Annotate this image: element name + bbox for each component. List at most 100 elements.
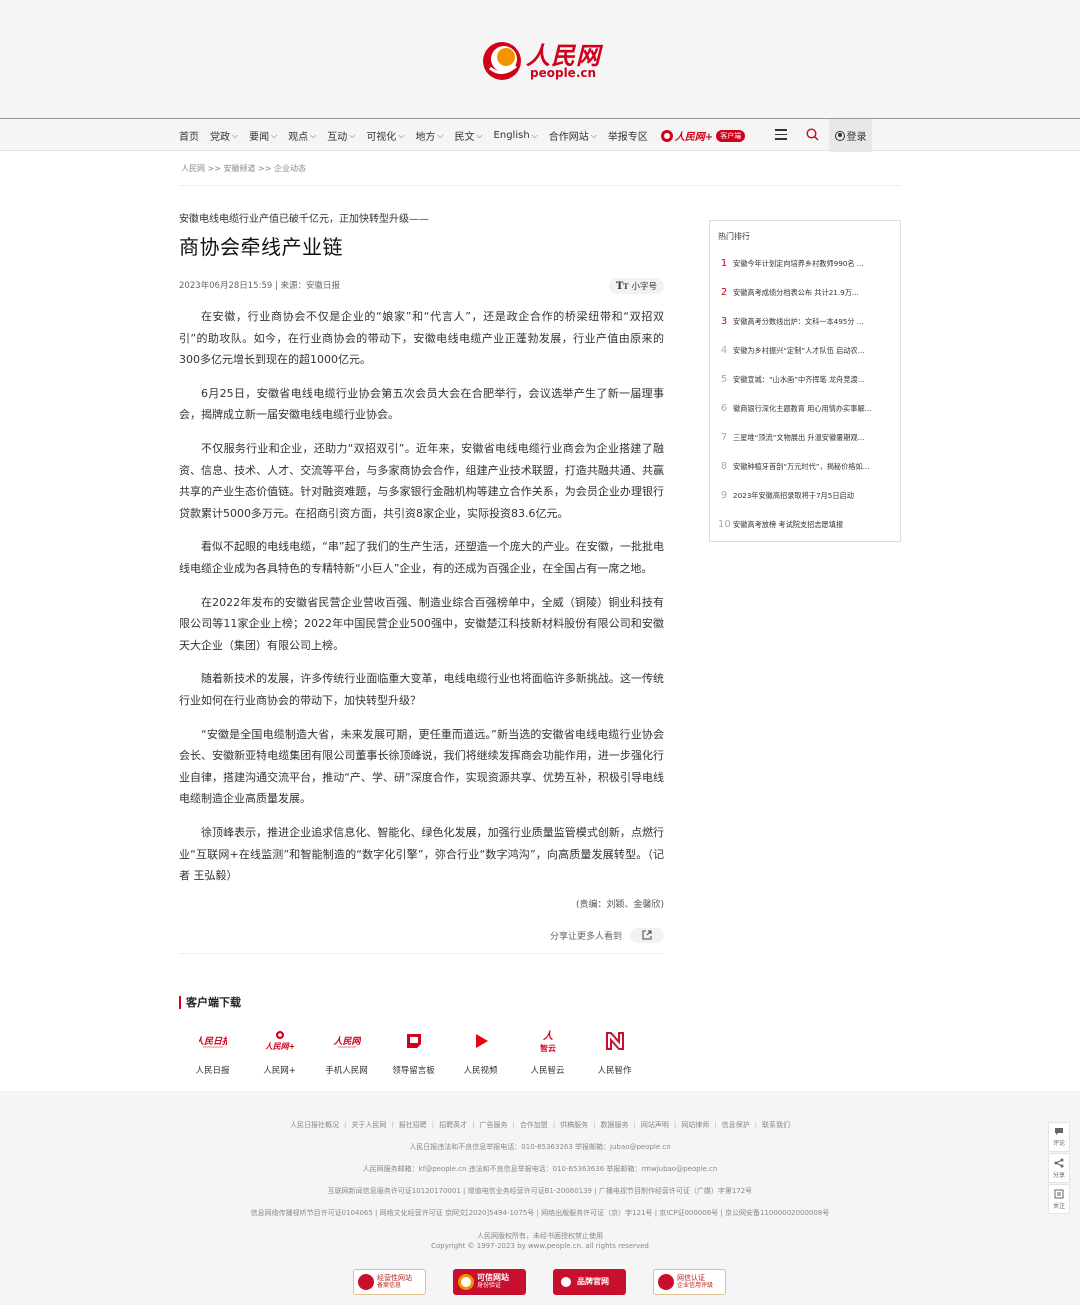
chevron-down-icon: ⌵: [476, 130, 483, 140]
footer-link[interactable]: 信息保护: [722, 1121, 750, 1129]
app-tile[interactable]: 人民网+ 人民网+: [246, 1027, 313, 1076]
footer-link[interactable]: 供稿服务: [560, 1121, 588, 1129]
hot-ranking-item[interactable]: 10 安徽高考放榜 考试院支招志愿填报: [710, 510, 900, 539]
rank-number: 3: [720, 316, 728, 327]
link-separator: |: [593, 1121, 596, 1129]
footer-link[interactable]: 数据服务: [601, 1121, 629, 1129]
nav-item[interactable]: 要闻 ⌵: [249, 128, 277, 144]
search-icon[interactable]: [806, 128, 819, 141]
svg-text:人民日报: 人民日报: [199, 1036, 227, 1047]
app-download-link[interactable]: 人民网+ 客户端: [660, 128, 746, 143]
chevron-down-icon: ⌵: [590, 130, 597, 140]
badge-line2: 身份验证: [477, 1282, 502, 1289]
footer-link[interactable]: 广告服务: [479, 1121, 507, 1129]
breadcrumb[interactable]: 人民网 >> 安徽频道 >> 企业动态: [181, 163, 306, 174]
article-subtitle: 安徽电线电缆行业产值已破千亿元，正加快转型升级——: [179, 214, 429, 225]
hot-ranking-item[interactable]: 7 三星堆“顶流”文物展出 升温安徽暑期观...: [710, 423, 900, 452]
footer-link[interactable]: 关于人民网: [351, 1121, 386, 1129]
hot-ranking-item[interactable]: 6 徽商银行深化主题教育 用心用情办实事解...: [710, 394, 900, 423]
link-separator: |: [714, 1121, 717, 1129]
share-float-button[interactable]: 分享: [1048, 1153, 1070, 1183]
article-paragraph: 看似不起眼的电线电缆，“串”起了我们的生产生活，还塑造一个庞大的产业。在安徽，一…: [179, 540, 664, 575]
font-size-toggle[interactable]: TT 小字号: [608, 278, 664, 294]
footer-link[interactable]: 联系我们: [762, 1121, 790, 1129]
trust-badge[interactable]: 品牌官网: [553, 1269, 626, 1295]
article-title: 商协会牵线产业链: [179, 235, 343, 259]
share-text: 分享让更多人看到: [549, 931, 622, 942]
app-tile-label: 领导留言板: [392, 1066, 435, 1076]
app-downloads-title: 客户端下载: [179, 996, 664, 1009]
article-meta: 2023年06月28日15:59 | 来源：安徽日报: [179, 281, 341, 291]
footer-link[interactable]: 网站声明: [641, 1121, 669, 1129]
link-separator: |: [673, 1121, 677, 1129]
hot-ranking-item[interactable]: 1 安徽今年计划定向培养乡村教师990名 ...: [710, 249, 900, 278]
nav-item[interactable]: 合作网站 ⌵: [549, 128, 597, 144]
badge-line2: 备案信息: [377, 1282, 402, 1289]
app-tile[interactable]: 人民视频: [447, 1027, 514, 1076]
share-button[interactable]: [630, 927, 664, 943]
trust-badge[interactable]: 网信认证 企业信用评级: [653, 1269, 726, 1295]
text-size-icon: TT: [615, 280, 629, 292]
trust-badge[interactable]: 可信网站 身份验证: [453, 1269, 526, 1295]
comment-label: 评论: [1052, 1140, 1065, 1147]
site-logo[interactable]: 人民网 people.cn: [480, 38, 604, 84]
chevron-down-icon: ⌵: [349, 130, 356, 140]
zhiyun-icon: 人智云: [534, 1027, 562, 1055]
nav-item[interactable]: 观点 ⌵: [288, 128, 317, 144]
footer-report-line: 人民日报违法和不良信息举报电话：010-65363263 举报邮箱：jubao@…: [409, 1143, 671, 1151]
link-separator: |: [431, 1121, 435, 1129]
rank-number: 7: [720, 432, 728, 443]
nav-item[interactable]: 首页: [179, 128, 199, 143]
app-tile[interactable]: 人智云 人民智云: [514, 1027, 581, 1076]
hot-ranking-item[interactable]: 3 安徽高考分数线出炉：文科一本495分 ...: [710, 307, 900, 336]
footer-link[interactable]: 报社招聘: [399, 1121, 427, 1129]
badge-line2: 企业信用评级: [677, 1282, 714, 1289]
login-button[interactable]: 登录: [829, 119, 872, 152]
nav-item[interactable]: 地方 ⌵: [415, 128, 443, 144]
comment-button[interactable]: 评论: [1048, 1122, 1070, 1152]
share-label: 分享: [1052, 1171, 1065, 1179]
footer-link[interactable]: 合作加盟: [520, 1121, 548, 1129]
footer-link[interactable]: 招聘英才: [439, 1121, 467, 1129]
nav-item[interactable]: 党政 ⌵: [210, 128, 238, 144]
article-paragraph: 在2022年发布的安徽省民营企业营收百强、制造业综合百强榜单中，全威（铜陵）铜业…: [179, 595, 664, 652]
hot-ranking-item[interactable]: 2 安徽高考成绩分档表公布 共计21.9万...: [710, 278, 900, 307]
article-paragraph: 6月25日，安徽省电线电缆行业协会第五次会员大会在合肥举行，会议选举产生了新一届…: [179, 386, 664, 422]
nav-item[interactable]: 举报专区: [608, 128, 648, 143]
badge-seal-icon: [458, 1274, 474, 1290]
follow-label: 关注: [1052, 1202, 1065, 1210]
nav-item[interactable]: English ⌵: [494, 130, 538, 141]
share-icon: [1054, 1158, 1064, 1167]
rank-headline: 2023年安徽高招录取将于7月5日启动: [733, 490, 854, 500]
app-tile[interactable]: 人民日报人民日报: [179, 1027, 246, 1076]
app-tile[interactable]: 领导留言板: [380, 1027, 447, 1076]
hot-ranking-item[interactable]: 5 安徽宣城：“山水画”中齐挥笔 龙舟竞渡...: [710, 365, 900, 394]
menu-icon[interactable]: [775, 129, 787, 140]
hot-ranking-item[interactable]: 9 2023年安徽高招录取将于7月5日启动: [710, 481, 900, 510]
nav-item[interactable]: 民文 ⌵: [454, 128, 483, 144]
zhizuo-icon: [601, 1027, 629, 1055]
footer-link[interactable]: 网站律师: [681, 1121, 709, 1129]
hot-ranking-panel: 热门排行 1 安徽今年计划定向培养乡村教师990名 ... 2 安徽高考成绩分档表公布…: [709, 220, 901, 542]
app-tile[interactable]: 人民网 手机人民网: [313, 1027, 380, 1076]
nav-item[interactable]: 可视化 ⌵: [366, 128, 405, 144]
app-tile-label: 手机人民网: [325, 1066, 368, 1076]
footer-link[interactable]: 人民日报社概况: [290, 1121, 339, 1129]
rank-number: 8: [720, 461, 728, 472]
hot-ranking-title: 热门排行: [718, 232, 750, 241]
rank-number: 5: [720, 374, 728, 385]
app-tile[interactable]: 人民智作: [581, 1027, 648, 1076]
rank-headline: 安徽高考放榜 考试院支招志愿填报: [733, 519, 844, 529]
nav-item-label: 党政: [210, 132, 230, 143]
hot-ranking-item[interactable]: 4 安徽为乡村振兴“定制”人才队伍 启动农...: [710, 336, 900, 365]
chevron-down-icon: ⌵: [398, 130, 405, 140]
app-name: 人民网+: [674, 132, 714, 143]
app-tile-label: 人民智云: [530, 1066, 565, 1076]
trust-badge[interactable]: 经营性网站 备案信息: [353, 1269, 426, 1295]
nav-item[interactable]: 互动 ⌵: [327, 128, 356, 144]
rank-number: 10: [718, 519, 731, 530]
link-separator: |: [472, 1121, 475, 1129]
chevron-down-icon: ⌵: [310, 130, 317, 140]
hot-ranking-item[interactable]: 8 安徽种植牙首剖“万元时代”，揭秘价格如...: [710, 452, 900, 481]
follow-button[interactable]: 关注: [1048, 1184, 1070, 1214]
